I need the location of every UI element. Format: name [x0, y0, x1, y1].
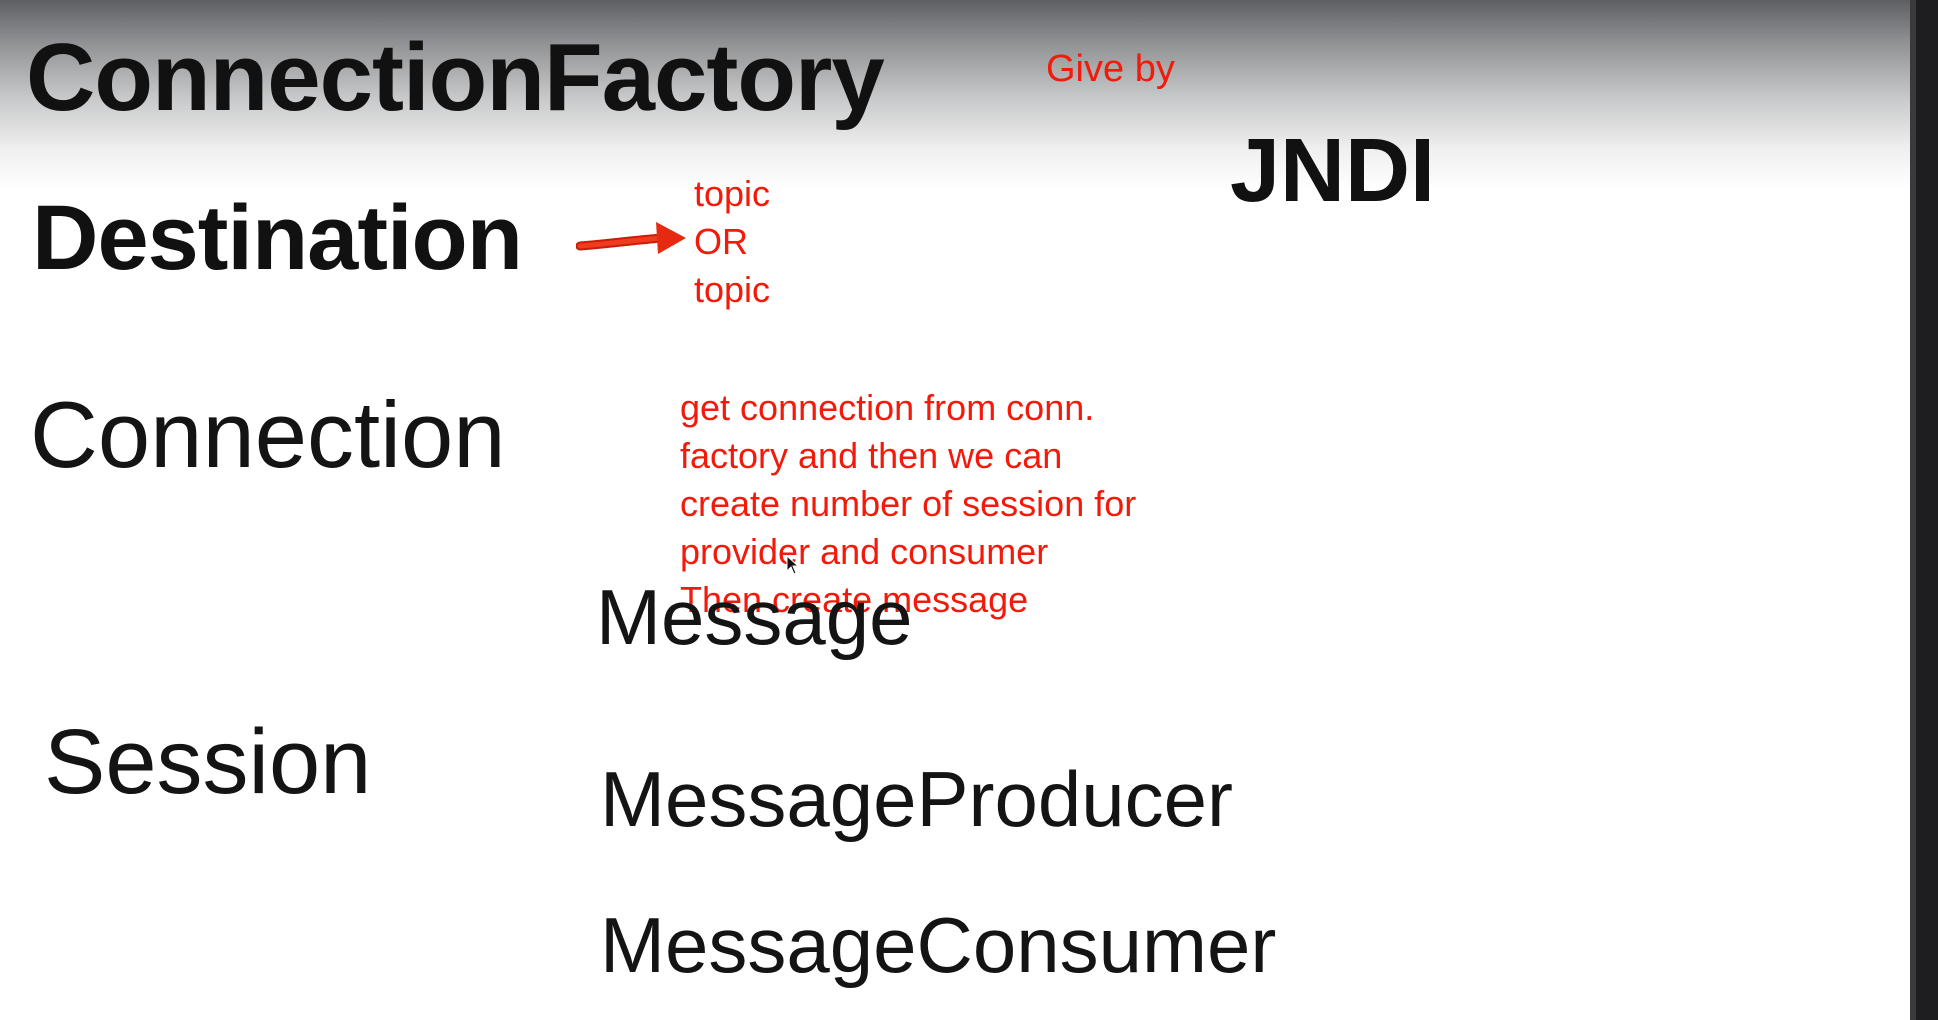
- heading-connection: Connection: [30, 382, 506, 487]
- heading-message-producer: MessageProducer: [600, 755, 1233, 843]
- annotation-note-line-1: get connection from conn.: [680, 387, 1095, 428]
- heading-message-consumer: MessageConsumer: [600, 901, 1277, 989]
- red-arrow-icon: [576, 222, 686, 254]
- annotation-topic-2: topic: [694, 269, 771, 310]
- annotation-note-line-4: provider and consumer: [680, 531, 1049, 572]
- heading-destination: Destination: [32, 187, 523, 289]
- heading-session: Session: [44, 711, 372, 813]
- mouse-cursor-icon: [786, 555, 800, 575]
- annotation-note-line-3: create number of session for: [680, 483, 1137, 524]
- heading-message: Message: [596, 573, 913, 661]
- heading-jndi: JNDI: [1230, 121, 1436, 221]
- annotation-or: OR: [694, 221, 748, 262]
- annotation-note-line-2: factory and then we can: [680, 435, 1063, 476]
- annotation-topic-1: topic: [694, 173, 771, 214]
- heading-connection-factory: ConnectionFactory: [26, 24, 885, 131]
- annotation-give-by: Give by: [1046, 48, 1175, 90]
- annotation-destination-types: topic OR topic: [694, 170, 770, 314]
- side-bar-edge: [1910, 0, 1916, 1020]
- slide-canvas: ConnectionFactory Give by JNDI Destinati…: [0, 0, 1910, 1020]
- window-side-bar: [1910, 0, 1938, 1020]
